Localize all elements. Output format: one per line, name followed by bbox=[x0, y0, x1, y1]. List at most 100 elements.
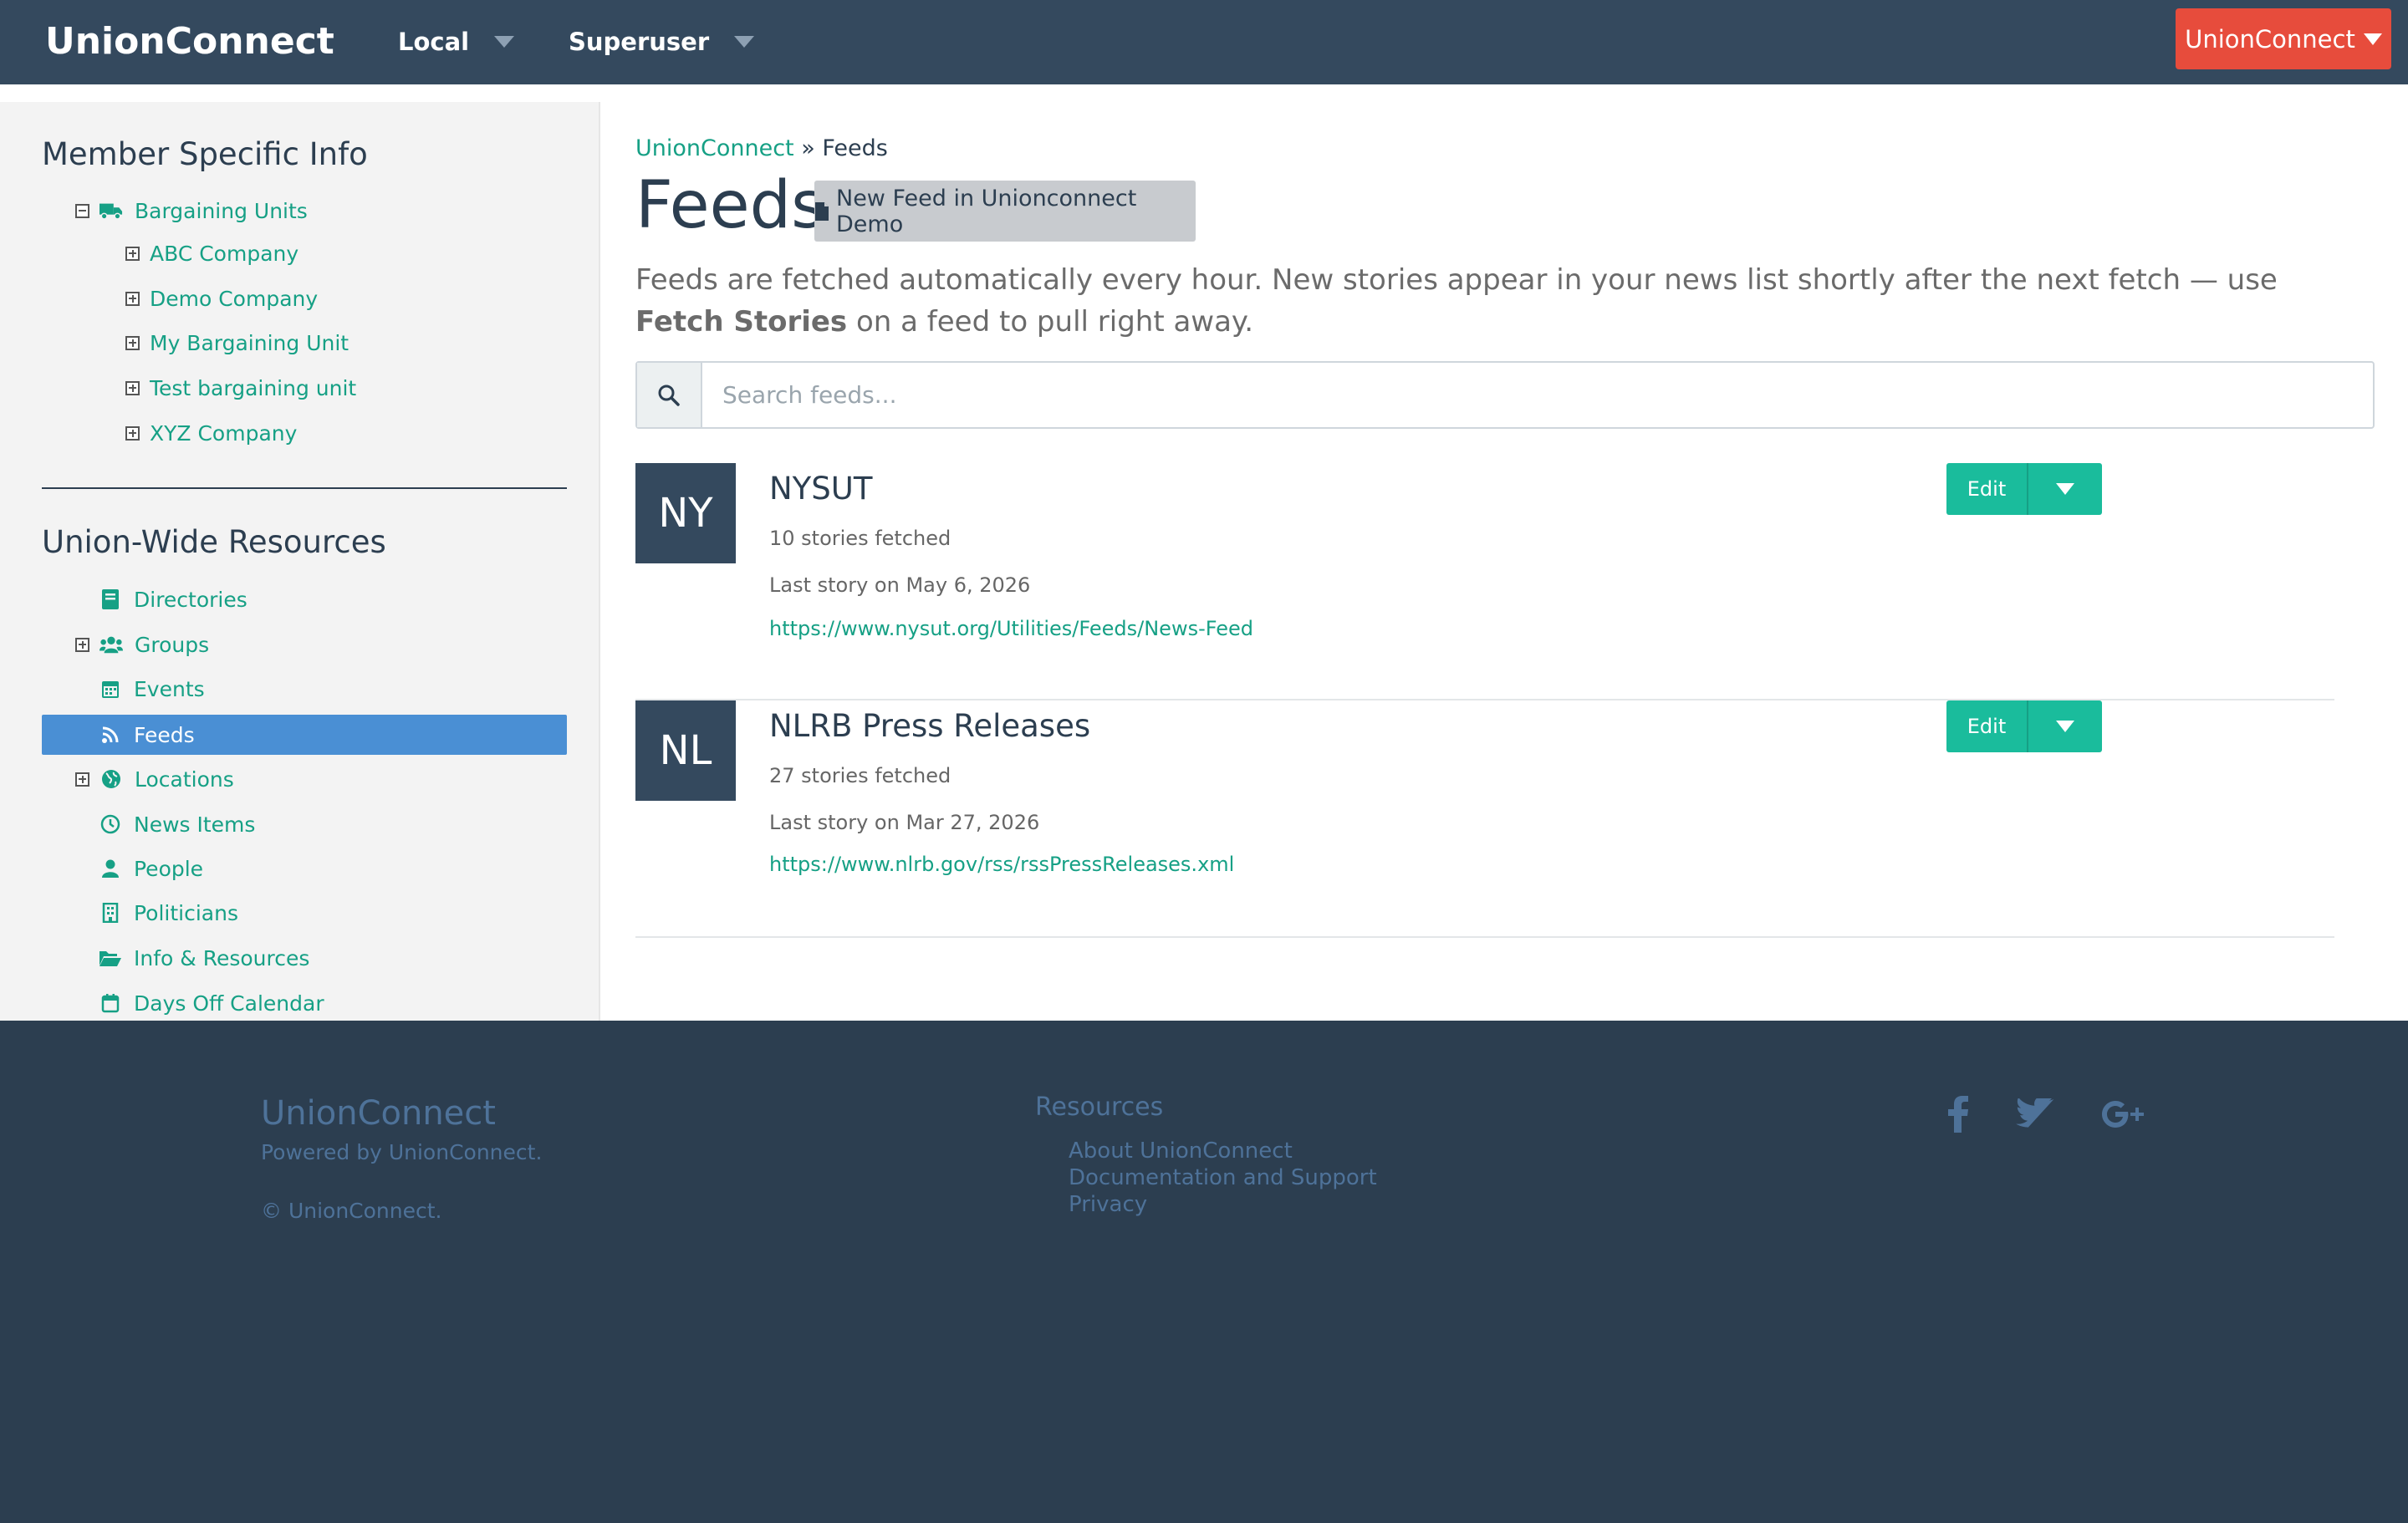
feed-avatar: NY bbox=[635, 463, 736, 563]
caret-down-icon bbox=[2363, 33, 2382, 45]
intro-text: Feeds are fetched automatically every ho… bbox=[635, 259, 2358, 343]
sidebar-divider bbox=[42, 487, 567, 489]
member-info-heading: Member Specific Info bbox=[42, 136, 368, 172]
footer: UnionConnect Powered by UnionConnect. © … bbox=[0, 1021, 2408, 1523]
sidebar-item-label: ABC Company bbox=[150, 241, 299, 266]
search-icon[interactable] bbox=[637, 363, 702, 427]
twitter-icon[interactable] bbox=[2012, 1091, 2059, 1138]
chevron-down-icon bbox=[734, 36, 755, 48]
edit-button[interactable]: Edit bbox=[1946, 463, 2027, 515]
sidebar-item-my-bargaining-unit[interactable]: My Bargaining Unit bbox=[125, 323, 349, 363]
building-icon bbox=[99, 901, 122, 924]
sidebar-item-label: Demo Company bbox=[150, 286, 319, 311]
sidebar-item-label: Locations bbox=[135, 767, 234, 792]
feed-name[interactable]: NLRB Press Releases bbox=[769, 707, 1090, 746]
person-icon bbox=[99, 857, 122, 880]
calendar-icon bbox=[99, 991, 122, 1015]
sidebar-item-label: Info & Resources bbox=[134, 945, 310, 970]
sidebar-item-label: People bbox=[134, 856, 204, 881]
expand-icon[interactable] bbox=[125, 246, 140, 261]
sidebar-item-politicians[interactable]: Politicians bbox=[99, 893, 238, 933]
actions-dropdown-toggle[interactable] bbox=[2027, 463, 2102, 515]
sidebar-item-test-bargaining-unit[interactable]: Test bargaining unit bbox=[125, 368, 356, 408]
superuser-dropdown-label: Superuser bbox=[569, 28, 710, 56]
brand-logo[interactable]: UnionConnect bbox=[45, 18, 334, 65]
sidebar-item-feeds[interactable]: Feeds bbox=[99, 715, 195, 755]
superuser-dropdown[interactable]: Superuser bbox=[569, 25, 755, 59]
expand-icon[interactable] bbox=[75, 637, 89, 652]
new-feed-button[interactable]: New Feed in Unionconnect Demo bbox=[814, 181, 1196, 242]
sidebar-item-demo-company[interactable]: Demo Company bbox=[125, 278, 318, 318]
google-plus-icon[interactable] bbox=[2099, 1091, 2149, 1138]
collapse-icon[interactable] bbox=[75, 203, 89, 218]
top-navbar: UnionConnect Local Superuser UnionConnec… bbox=[0, 0, 2408, 84]
feed-story-count: 27 stories fetched bbox=[769, 764, 951, 787]
feed-story-count: 10 stories fetched bbox=[769, 527, 951, 550]
page-title: Feeds bbox=[635, 168, 825, 243]
footer-link-docs[interactable]: Documentation and Support bbox=[1069, 1164, 1377, 1191]
breadcrumb-separator: » bbox=[793, 135, 823, 161]
intro-text-tail: on a feed to pull right away. bbox=[847, 305, 1254, 339]
new-feed-button-label: New Feed in Unionconnect Demo bbox=[836, 185, 1137, 237]
expand-icon[interactable] bbox=[125, 425, 140, 441]
sidebar-item-label: XYZ Company bbox=[150, 420, 298, 446]
file-icon bbox=[814, 201, 829, 222]
breadcrumb-root-link[interactable]: UnionConnect bbox=[635, 135, 794, 161]
sidebar-item-label: Test bargaining unit bbox=[150, 375, 357, 400]
feed-actions: Edit bbox=[1946, 463, 2102, 515]
caret-down-icon bbox=[2056, 721, 2074, 732]
actions-dropdown-toggle[interactable] bbox=[2027, 700, 2102, 752]
expand-icon[interactable] bbox=[125, 335, 140, 350]
footer-link-about[interactable]: About UnionConnect bbox=[1069, 1138, 1293, 1164]
account-menu-button[interactable]: UnionConnect bbox=[2176, 8, 2391, 69]
account-menu-label: UnionConnect bbox=[2185, 24, 2355, 53]
footer-link-privacy[interactable]: Privacy bbox=[1069, 1191, 1147, 1218]
feed-last-story: Last story on May 6, 2026 bbox=[769, 573, 1031, 597]
sidebar: Member Specific Info Bargaining Units AB… bbox=[0, 102, 600, 1021]
clock-icon bbox=[99, 812, 122, 836]
sidebar-item-label: Feeds bbox=[134, 722, 195, 747]
search-bar bbox=[635, 361, 2375, 429]
feed-url-link[interactable]: https://www.nysut.org/Utilities/Feeds/Ne… bbox=[769, 615, 1253, 642]
sidebar-item-groups[interactable]: Groups bbox=[75, 624, 209, 665]
union-resources-heading: Union-Wide Resources bbox=[42, 524, 386, 560]
expand-icon[interactable] bbox=[75, 772, 89, 787]
footer-copyright: © UnionConnect. bbox=[261, 1199, 442, 1223]
feed-avatar: NL bbox=[635, 700, 736, 801]
footer-brand: UnionConnect bbox=[261, 1094, 496, 1133]
sidebar-item-label: Directories bbox=[134, 587, 247, 612]
sidebar-item-xyz-company[interactable]: XYZ Company bbox=[125, 413, 297, 453]
expand-icon[interactable] bbox=[125, 380, 140, 395]
calendar-icon bbox=[99, 677, 122, 700]
search-input[interactable] bbox=[702, 363, 2373, 427]
sidebar-item-label: Days Off Calendar bbox=[134, 991, 324, 1016]
footer-resources-heading: Resources bbox=[1035, 1093, 1164, 1122]
edit-button[interactable]: Edit bbox=[1946, 700, 2027, 752]
sidebar-item-days-off-calendar[interactable]: Days Off Calendar bbox=[99, 983, 324, 1023]
truck-icon bbox=[99, 199, 123, 222]
breadcrumb: UnionConnect » Feeds bbox=[635, 134, 888, 164]
sidebar-item-directories[interactable]: Directories bbox=[99, 579, 247, 619]
feed-name[interactable]: NYSUT bbox=[769, 470, 872, 508]
sidebar-item-label: Bargaining Units bbox=[135, 198, 308, 223]
sidebar-item-people[interactable]: People bbox=[99, 848, 203, 889]
folder-open-icon bbox=[99, 946, 122, 970]
sidebar-item-abc-company[interactable]: ABC Company bbox=[125, 233, 298, 273]
sidebar-item-info-resources[interactable]: Info & Resources bbox=[99, 938, 309, 978]
caret-down-icon bbox=[2056, 483, 2074, 495]
sidebar-item-label: News Items bbox=[134, 812, 256, 837]
intro-text-lead: Feeds are fetched automatically every ho… bbox=[635, 263, 2278, 297]
sidebar-item-bargaining-units[interactable]: Bargaining Units bbox=[75, 191, 308, 231]
expand-icon[interactable] bbox=[125, 291, 140, 306]
sidebar-item-news-items[interactable]: News Items bbox=[99, 804, 255, 844]
facebook-icon[interactable] bbox=[1941, 1091, 1975, 1138]
intro-text-bold: Fetch Stories bbox=[635, 305, 848, 339]
feed-actions: Edit bbox=[1946, 700, 2102, 752]
feed-url-link[interactable]: https://www.nlrb.gov/rss/rssPressRelease… bbox=[769, 851, 1234, 878]
sidebar-item-label: Politicians bbox=[134, 900, 238, 925]
sidebar-item-locations[interactable]: Locations bbox=[75, 759, 234, 799]
local-dropdown[interactable]: Local bbox=[398, 25, 515, 59]
feed-last-story: Last story on Mar 27, 2026 bbox=[769, 811, 1040, 834]
users-icon bbox=[99, 633, 123, 656]
sidebar-item-events[interactable]: Events bbox=[99, 669, 205, 709]
